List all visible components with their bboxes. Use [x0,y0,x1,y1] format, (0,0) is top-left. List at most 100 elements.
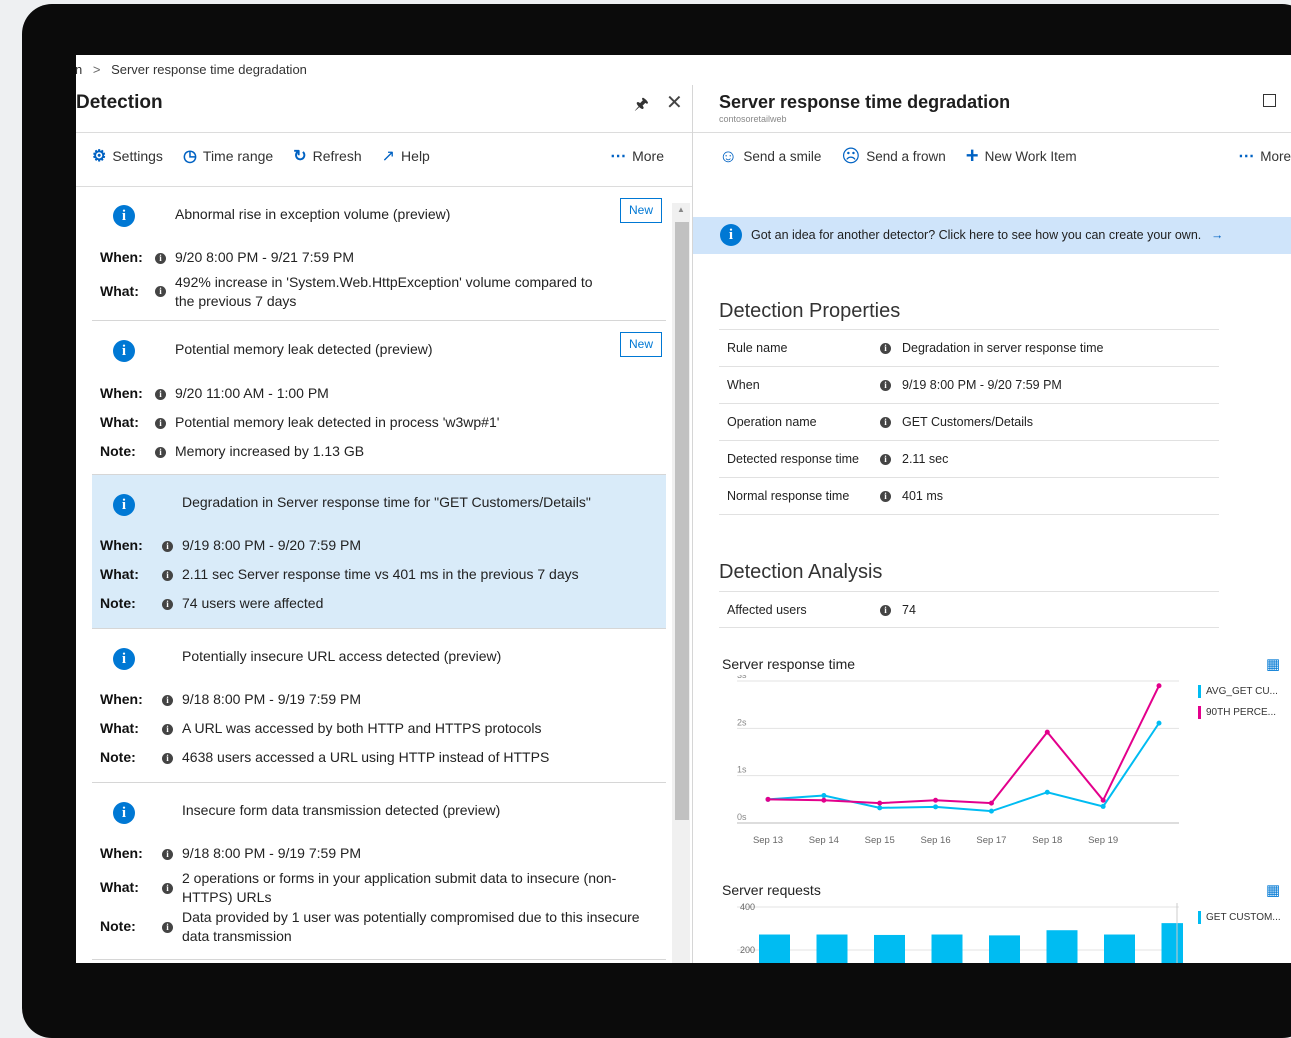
refresh-icon: ↻ [293,148,307,165]
data-point [1156,683,1162,689]
frown-icon: ☹ [841,145,861,166]
bar [1104,934,1135,963]
small-info-icon[interactable]: i [162,922,173,933]
small-info-icon[interactable]: i [162,849,173,860]
small-info-icon[interactable]: i [162,753,173,764]
data-point [988,808,994,814]
legend-item[interactable]: AVG_GET CU... [1198,685,1278,698]
property-key: Operation name [727,415,817,429]
help-button[interactable]: ↗ Help [382,143,430,169]
left-toolbar: ⚙ Settings ◷ Time range ↻ Refresh ↗ Help ⋯ Mo… [92,143,692,169]
x-tick-label: Sep 16 [921,835,951,846]
when-value: 9/18 8:00 PM - 9/19 7:59 PM [182,845,361,861]
grid-view-icon[interactable]: ▦ [1266,881,1280,899]
more-button-right[interactable]: ⋯ More [1238,143,1291,169]
info-icon: i [113,340,135,362]
y-tick-label: 400 [740,902,755,912]
info-icon: i [113,205,135,227]
what-label: What: [100,879,139,895]
ellipsis-icon: ⋯ [610,148,627,165]
small-info-icon[interactable]: i [880,417,891,428]
new-work-item-button[interactable]: + New Work Item [966,143,1077,169]
small-info-icon[interactable]: i [880,605,891,616]
arrow-right-icon: → [1211,228,1224,242]
data-point [1100,803,1106,809]
bar [874,934,905,963]
detection-blade-title: Detection [76,92,163,113]
small-info-icon[interactable]: i [155,253,166,264]
when-label: When: [100,537,143,553]
small-info-icon[interactable]: i [155,389,166,400]
bar [759,934,790,963]
detection-analysis-title: Detection Analysis [719,561,883,583]
when-label: When: [100,249,143,265]
small-info-icon[interactable]: i [162,724,173,735]
detection-card[interactable]: i Potential memory leak detected (previe… [92,321,666,475]
small-info-icon[interactable]: i [880,454,891,465]
pin-icon[interactable]: 🖈 [634,93,649,120]
data-point [821,793,827,799]
more-label-left: More [632,148,664,164]
small-info-icon[interactable]: i [162,883,173,894]
x-tick-label: Sep 17 [976,835,1006,846]
breadcrumb-current[interactable]: Server response time degradation [111,62,307,77]
detail-blade-title: Server response time degradation [719,92,1011,112]
card-title: Abnormal rise in exception volume (previ… [175,206,451,222]
small-info-icon[interactable]: i [155,447,166,458]
small-info-icon[interactable]: i [880,343,891,354]
info-icon: i [113,802,135,824]
smile-icon: ☺ [719,145,738,166]
what-value: 2.11 sec Server response time vs 401 ms … [182,566,579,582]
analysis-key: Affected users [727,603,807,617]
more-button-left[interactable]: ⋯ More [610,143,664,169]
detection-card[interactable]: i Abnormal rise in exception volume (pre… [92,186,666,321]
detection-card[interactable]: i Potentially insecure URL access detect… [92,629,666,783]
bar [931,934,963,963]
settings-button[interactable]: ⚙ Settings [92,143,163,169]
maximize-icon[interactable] [1263,94,1276,107]
breadcrumb-prev[interactable]: n [76,62,82,77]
x-tick-label: Sep 15 [865,835,895,846]
scroll-up-icon[interactable]: ▲ [677,205,685,214]
legend-item[interactable]: GET CUSTOM... [1198,911,1281,924]
gear-icon: ⚙ [92,148,107,165]
data-point [933,804,939,810]
send-frown-button[interactable]: ☹ Send a frown [841,143,945,169]
time-range-button[interactable]: ◷ Time range [183,143,273,169]
data-point [821,797,827,803]
legend-item[interactable]: 90TH PERCE... [1198,706,1276,719]
card-title: Potentially insecure URL access detected… [182,648,502,664]
property-value: 2.11 sec [902,452,949,466]
small-info-icon[interactable]: i [155,418,166,429]
detector-idea-banner[interactable]: i Got an idea for another detector? Clic… [693,217,1291,254]
small-info-icon[interactable]: i [162,570,173,581]
small-info-icon[interactable]: i [162,695,173,706]
series-line [767,685,1160,805]
detection-card-selected[interactable]: i Degradation in Server response time fo… [92,475,666,629]
close-icon[interactable]: ✕ [666,90,683,115]
detection-card[interactable]: i Insecure form data transmission detect… [92,783,666,960]
small-info-icon[interactable]: i [155,286,166,297]
right-toolbar: ☺ Send a smile ☹ Send a frown + New Work It… [719,143,1291,169]
small-info-icon[interactable]: i [880,491,891,502]
data-point [1044,729,1050,735]
data-point [988,800,994,806]
send-smile-button[interactable]: ☺ Send a smile [719,143,821,169]
bar [989,935,1020,963]
y-tick-label: 2s [737,717,747,727]
analysis-value: 74 [902,603,916,617]
bar [1046,930,1078,963]
scrollbar-thumb[interactable] [675,222,689,820]
data-point [933,797,939,803]
when-value: 9/20 11:00 AM - 1:00 PM [175,385,329,401]
data-point [1044,789,1050,795]
legend-label: 90TH PERCE... [1206,707,1277,719]
grid-view-icon[interactable]: ▦ [1266,655,1280,673]
what-label: What: [100,283,139,299]
small-info-icon[interactable]: i [880,380,891,391]
data-point [877,805,883,811]
small-info-icon[interactable]: i [162,541,173,552]
refresh-button[interactable]: ↻ Refresh [293,143,361,169]
small-info-icon[interactable]: i [162,599,173,610]
new-work-item-label: New Work Item [984,148,1077,164]
